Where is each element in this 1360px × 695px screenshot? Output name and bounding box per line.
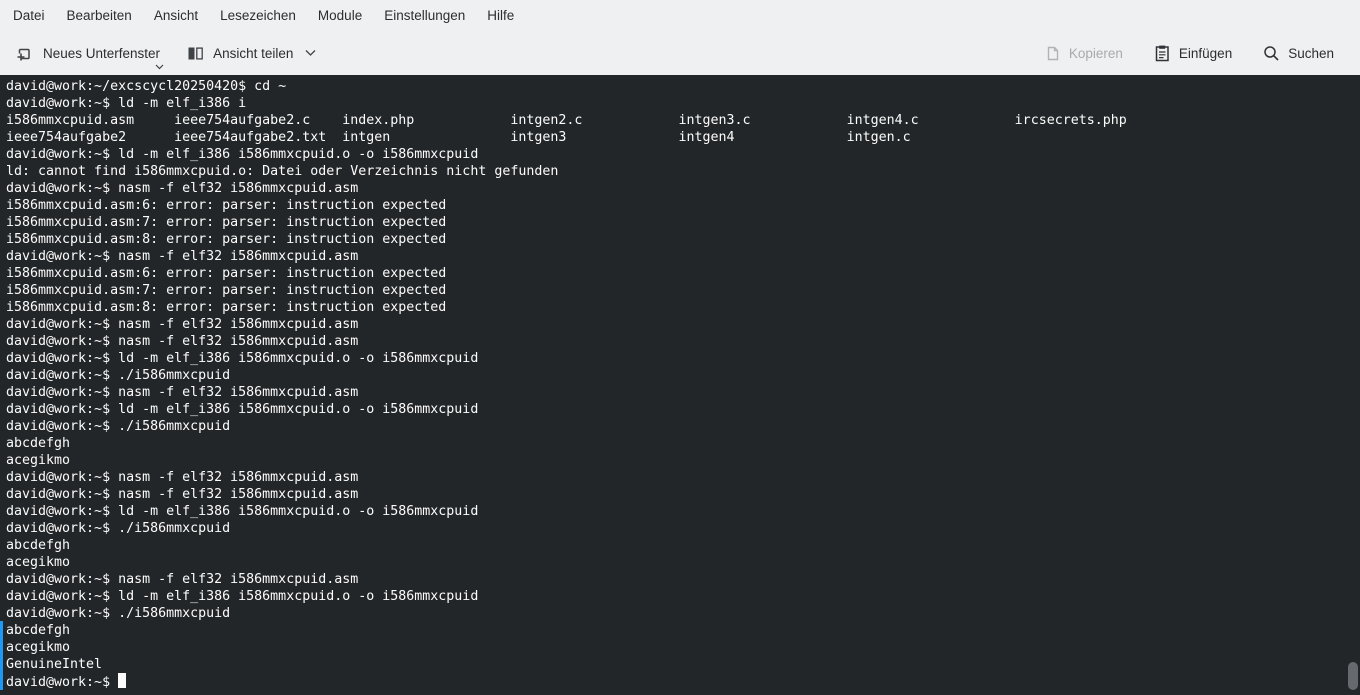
terminal-line: david@work:~$ nasm -f elf32 i586mmxcpuid… [6, 486, 1360, 503]
terminal-line: david@work:~$ nasm -f elf32 i586mmxcpuid… [6, 180, 1360, 197]
paste-button[interactable]: Einfügen [1147, 39, 1238, 68]
copy-icon [1043, 44, 1061, 63]
terminal-line: i586mmxcpuid.asm:7: error: parser: instr… [6, 214, 1360, 231]
terminal-line: david@work:~$ ./i586mmxcpuid [6, 520, 1360, 537]
paste-label: Einfügen [1179, 46, 1232, 61]
terminal-prompt: david@work:~$ [6, 675, 118, 690]
split-view-icon [186, 44, 205, 63]
terminal-line: david@work:~$ nasm -f elf32 i586mmxcpuid… [6, 248, 1360, 265]
menu-item-lesezeichen[interactable]: Lesezeichen [209, 0, 307, 31]
chevron-down-icon [305, 49, 316, 57]
terminal-output: david@work:~/excscycl20250420$ cd ~david… [0, 75, 1360, 673]
new-tab-icon [16, 44, 35, 63]
menu-item-bearbeiten[interactable]: Bearbeiten [56, 0, 143, 31]
terminal-line: i586mmxcpuid.asm:6: error: parser: instr… [6, 197, 1360, 214]
new-tab-button[interactable]: Neues Unterfenster [10, 39, 166, 68]
terminal-line: david@work:~$ nasm -f elf32 i586mmxcpuid… [6, 333, 1360, 350]
scrollbar-thumb[interactable] [1348, 662, 1358, 690]
terminal-line: david@work:~$ ./i586mmxcpuid [6, 605, 1360, 622]
terminal-line: david@work:~$ nasm -f elf32 i586mmxcpuid… [6, 469, 1360, 486]
terminal-line: ld: cannot find i586mmxcpuid.o: Datei od… [6, 163, 1360, 180]
scrollbar[interactable] [1346, 75, 1360, 695]
terminal-line: david@work:~$ ld -m elf_i386 i586mmxcpui… [6, 503, 1360, 520]
terminal-line: i586mmxcpuid.asm:6: error: parser: instr… [6, 265, 1360, 282]
terminal-line: abcdefgh [6, 622, 1360, 639]
terminal-line: david@work:~$ ./i586mmxcpuid [6, 418, 1360, 435]
new-tab-label: Neues Unterfenster [43, 46, 160, 61]
search-label: Suchen [1288, 46, 1334, 61]
terminal-line: acegikmo [6, 452, 1360, 469]
terminal-viewport[interactable]: david@work:~/excscycl20250420$ cd ~david… [0, 75, 1360, 695]
konsole-window: Datei Bearbeiten Ansicht Lesezeichen Mod… [0, 0, 1360, 695]
search-icon [1262, 44, 1280, 63]
toolbar: Neues Unterfenster Ansicht teilen [0, 31, 1360, 75]
terminal-line: david@work:~$ ld -m elf_i386 i586mmxcpui… [6, 146, 1360, 163]
chevron-down-icon [155, 64, 164, 70]
copy-button[interactable]: Kopieren [1037, 39, 1129, 68]
new-output-indicator [0, 621, 3, 690]
menu-item-module[interactable]: Module [307, 0, 373, 31]
menu-item-einstellungen[interactable]: Einstellungen [373, 0, 476, 31]
paste-icon [1153, 44, 1171, 63]
terminal-line: i586mmxcpuid.asm ieee754aufgabe2.c index… [6, 112, 1360, 129]
terminal-line: acegikmo [6, 639, 1360, 656]
search-button[interactable]: Suchen [1256, 39, 1340, 68]
menu-item-hilfe[interactable]: Hilfe [476, 0, 525, 31]
split-view-label: Ansicht teilen [213, 46, 293, 61]
terminal-line: i586mmxcpuid.asm:8: error: parser: instr… [6, 231, 1360, 248]
menu-item-datei[interactable]: Datei [2, 0, 56, 31]
terminal-line: david@work:~$ ld -m elf_i386 i586mmxcpui… [6, 350, 1360, 367]
terminal-line: abcdefgh [6, 537, 1360, 554]
terminal-line: david@work:~$ nasm -f elf32 i586mmxcpuid… [6, 316, 1360, 333]
terminal-line: GenuineIntel [6, 656, 1360, 673]
terminal-line: david@work:~$ nasm -f elf32 i586mmxcpuid… [6, 571, 1360, 588]
terminal-line: david@work:~/excscycl20250420$ cd ~ [6, 78, 1360, 95]
terminal-prompt-line: david@work:~$ [0, 673, 1360, 690]
terminal-line: abcdefgh [6, 435, 1360, 452]
terminal-line: acegikmo [6, 554, 1360, 571]
terminal-line: david@work:~$ ld -m elf_i386 i586mmxcpui… [6, 401, 1360, 418]
terminal-line: david@work:~$ ld -m elf_i386 i [6, 95, 1360, 112]
split-view-button[interactable]: Ansicht teilen [180, 39, 322, 68]
menu-item-ansicht[interactable]: Ansicht [143, 0, 209, 31]
terminal-line: david@work:~$ ld -m elf_i386 i586mmxcpui… [6, 588, 1360, 605]
terminal-line: ieee754aufgabe2 ieee754aufgabe2.txt intg… [6, 129, 1360, 146]
terminal-line: i586mmxcpuid.asm:7: error: parser: instr… [6, 282, 1360, 299]
menu-bar: Datei Bearbeiten Ansicht Lesezeichen Mod… [0, 0, 1360, 31]
copy-label: Kopieren [1069, 46, 1123, 61]
terminal-line: david@work:~$ ./i586mmxcpuid [6, 367, 1360, 384]
terminal-cursor [118, 673, 126, 688]
terminal-line: david@work:~$ nasm -f elf32 i586mmxcpuid… [6, 384, 1360, 401]
terminal-line: i586mmxcpuid.asm:8: error: parser: instr… [6, 299, 1360, 316]
